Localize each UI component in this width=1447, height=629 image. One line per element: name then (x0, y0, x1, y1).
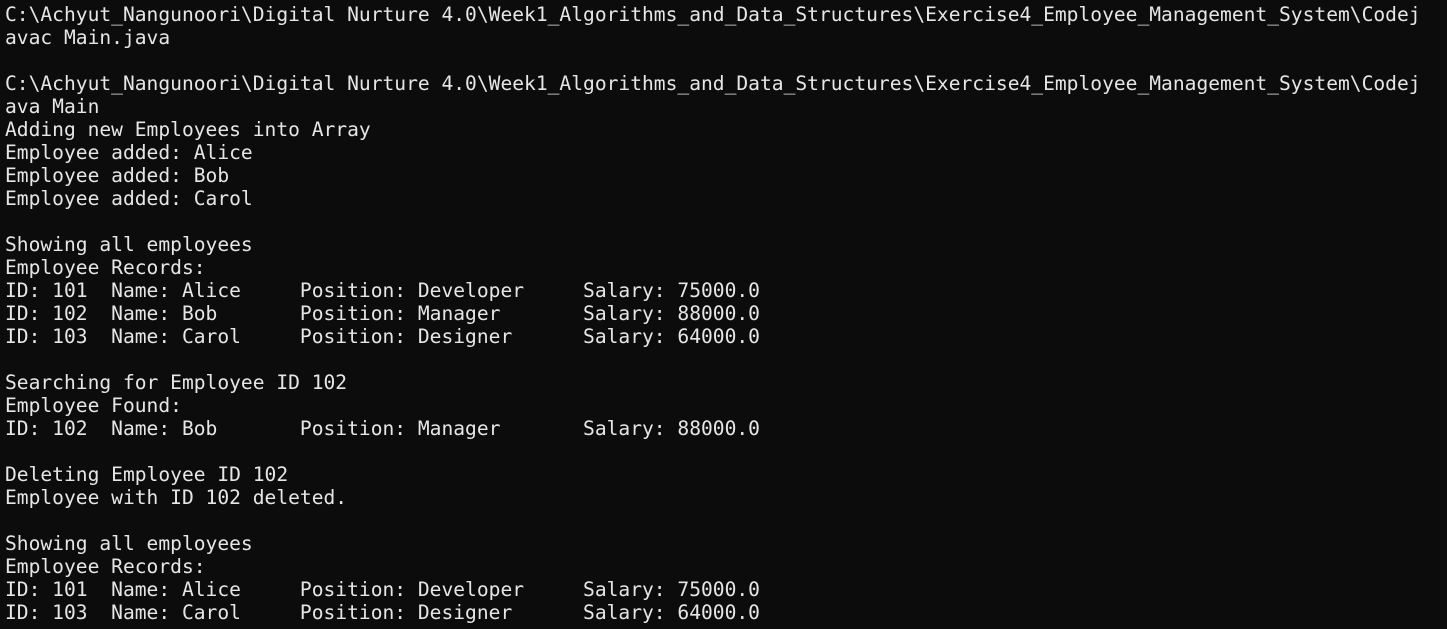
terminal-line-output: Employee Found: (5, 394, 182, 417)
terminal-line-employee-record: ID: 103 Name: Carol Position: Designer S… (5, 601, 760, 624)
terminal-line-employee-record: ID: 101 Name: Alice Position: Developer … (5, 578, 760, 601)
terminal-line-output: Searching for Employee ID 102 (5, 371, 348, 394)
terminal-line-employee-record: ID: 101 Name: Alice Position: Developer … (5, 279, 760, 302)
terminal-output[interactable]: C:\Achyut_Nangunoori\Digital Nurture 4.0… (0, 0, 1447, 629)
terminal-line-output: Showing all employees (5, 233, 253, 256)
terminal-line-output: Employee added: Bob (5, 164, 230, 187)
terminal-line-output: Employee with ID 102 deleted. (5, 486, 348, 509)
terminal-line-output: Employee added: Alice (5, 141, 253, 164)
terminal-line-output: Showing all employees (5, 532, 253, 555)
terminal-line-employee-record: ID: 103 Name: Carol Position: Designer S… (5, 325, 760, 348)
terminal-line-output: Employee Records: (5, 256, 206, 279)
terminal-line-compile-command: avac Main.java (5, 26, 171, 49)
terminal-line-run-prompt: C:\Achyut_Nangunoori\Digital Nurture 4.0… (5, 72, 1421, 95)
terminal-line-employee-record: ID: 102 Name: Bob Position: Manager Sala… (5, 417, 760, 440)
terminal-line-run-command: ava Main (5, 95, 100, 118)
terminal-line-output: Employee Records: (5, 555, 206, 578)
terminal-line-employee-record: ID: 102 Name: Bob Position: Manager Sala… (5, 302, 760, 325)
terminal-line-compile-prompt: C:\Achyut_Nangunoori\Digital Nurture 4.0… (5, 3, 1421, 26)
terminal-line-output: Employee added: Carol (5, 187, 253, 210)
terminal-line-output: Adding new Employees into Array (5, 118, 371, 141)
terminal-line-output: Deleting Employee ID 102 (5, 463, 289, 486)
